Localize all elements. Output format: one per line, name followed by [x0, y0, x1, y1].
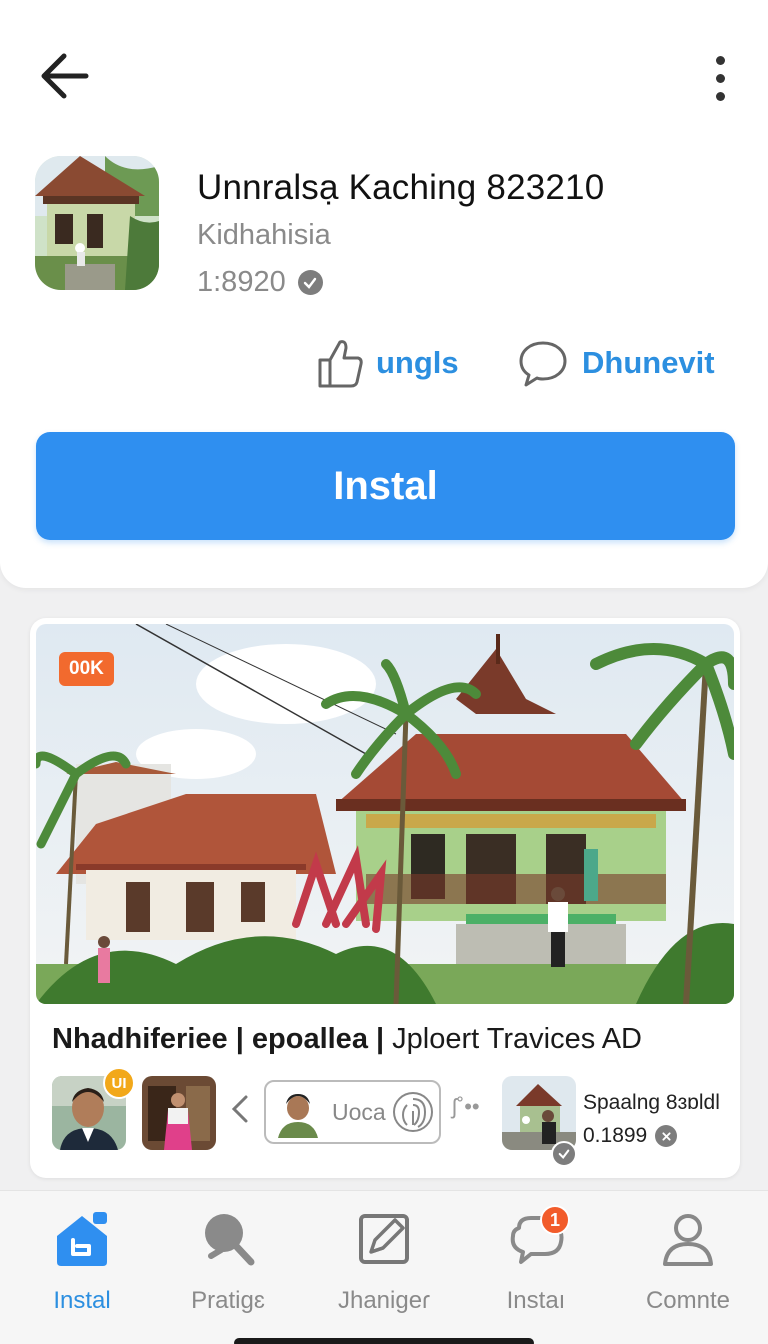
comment-bubble-icon — [519, 341, 567, 387]
avatar-badge: UI — [103, 1067, 135, 1099]
verified-check-icon — [551, 1141, 577, 1167]
nav-item-profile[interactable]: Comnte — [618, 1209, 758, 1315]
nav-label-install: Instal — [53, 1287, 111, 1314]
notification-badge: 1 — [540, 1205, 570, 1235]
related-app-meta-value: 0.1899 — [583, 1124, 648, 1147]
discount-badge: 00K — [59, 652, 114, 686]
edit-icon — [354, 1209, 414, 1269]
profile-icon — [658, 1209, 718, 1269]
bottom-navigation: Instal Pratigɛ Jhanigeɾ 1 Instaı Comnte — [0, 1190, 768, 1344]
nav-item-edit[interactable]: Jhanigeɾ — [314, 1209, 454, 1315]
chevron-left-icon — [231, 1095, 248, 1123]
nav-label-chat: Instaı — [506, 1287, 566, 1314]
back-button[interactable] — [34, 46, 94, 106]
nav-label-edit: Jhanigeɾ — [337, 1287, 431, 1314]
developer-name[interactable]: Kidhahisia — [197, 219, 331, 252]
avatar — [274, 1086, 326, 1138]
avatar[interactable] — [142, 1076, 216, 1150]
channel-pill[interactable]: Uoca — [264, 1080, 441, 1144]
channel-pill-label: Uoca — [332, 1098, 386, 1125]
feature-title-bold: Nhadhiferiee | epoallea | — [52, 1023, 385, 1055]
app-icon — [35, 156, 159, 290]
like-button[interactable]: ungls — [316, 336, 459, 390]
like-label: ungls — [376, 345, 459, 380]
feature-title: Nhadhiferiee | epoallea | Jploert Travic… — [52, 1023, 642, 1056]
more-vertical-icon — [715, 55, 725, 65]
nav-label-profile: Comnte — [645, 1287, 731, 1314]
thumbs-up-icon — [318, 340, 363, 388]
verified-check-icon — [655, 1125, 678, 1147]
arrow-left-icon — [41, 53, 89, 99]
nav-label-search: Pratigɛ — [191, 1287, 265, 1314]
app-header-card: Unnralsạ Kaching 823210 Kidhahisia 1:892… — [0, 0, 768, 588]
comment-label: Dhunevit — [582, 345, 715, 380]
fingerprint-icon — [392, 1092, 433, 1132]
comment-button[interactable]: Dhunevit — [518, 336, 715, 390]
more-channels-link[interactable]: ʃ˚•• — [452, 1094, 480, 1120]
nav-item-search[interactable]: Pratigɛ — [158, 1209, 298, 1315]
more-options-button[interactable] — [700, 48, 740, 108]
avatar[interactable] — [502, 1076, 576, 1150]
app-meta: 1:8920 — [197, 266, 323, 299]
nav-item-chat[interactable]: 1 Instaı — [466, 1205, 606, 1315]
related-app-meta: 0.1899 — [583, 1124, 678, 1148]
search-icon — [198, 1209, 258, 1269]
feature-image[interactable]: 00K — [36, 624, 734, 1004]
chat-bubble-icon: 1 — [506, 1205, 570, 1269]
app-meta-value: 1:8920 — [197, 266, 286, 298]
home-store-icon — [52, 1209, 112, 1269]
avatar-badge-label: UI — [111, 1074, 127, 1092]
related-app-title[interactable]: Spaalng 8ɜɒldl — [583, 1091, 720, 1115]
home-indicator[interactable] — [234, 1338, 534, 1344]
nav-item-install[interactable]: Instal — [12, 1209, 152, 1315]
app-title: Unnralsạ Kaching 823210 — [197, 168, 605, 207]
chevron-left-button[interactable] — [230, 1094, 250, 1129]
verified-check-icon — [297, 270, 323, 295]
feature-title-rest: Jploert Travices AD — [384, 1023, 642, 1055]
install-button[interactable]: Instal — [36, 432, 735, 540]
